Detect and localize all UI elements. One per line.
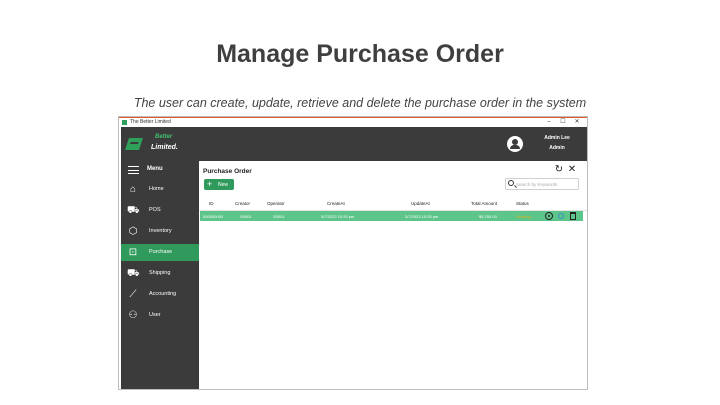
logo-text-bottom: Limited. bbox=[151, 144, 178, 151]
sidebar-item-label: POS bbox=[149, 207, 161, 213]
user-name: Admin Lee bbox=[544, 135, 570, 141]
sidebar-item-shipping[interactable]: ⛟ Shipping bbox=[121, 265, 199, 282]
column-header-operator: Operator bbox=[267, 201, 285, 206]
sidebar-item-user[interactable]: ⚇ User bbox=[121, 307, 199, 324]
box-icon: ⬡ bbox=[128, 226, 138, 237]
menu-toggle[interactable]: Menu bbox=[121, 161, 199, 179]
truck-icon: ⛟ bbox=[127, 268, 140, 279]
hamburger-icon bbox=[128, 166, 139, 174]
search-box[interactable] bbox=[505, 178, 579, 190]
cell-creator: S0001 bbox=[240, 214, 252, 219]
cell-create-at: 3/7/2022 10:33 pm bbox=[321, 214, 355, 219]
new-button[interactable]: + New bbox=[204, 179, 234, 190]
close-icon[interactable]: ✕ bbox=[567, 165, 577, 175]
maximize-button[interactable]: ☐ bbox=[557, 118, 569, 127]
refresh-icon[interactable]: ↻ bbox=[554, 165, 564, 175]
sidebar-item-label: Purchase bbox=[149, 249, 173, 255]
cart-icon: ⛟ bbox=[127, 205, 140, 216]
app-screenshot: The Better Limited – ☐ ✕ Better Limited.… bbox=[118, 116, 588, 390]
sidebar-item-label: Inventory bbox=[149, 228, 172, 234]
slide-title: Manage Purchase Order bbox=[216, 40, 504, 68]
column-header-createat: CreateAt bbox=[327, 201, 345, 206]
sidebar-item-accounting[interactable]: ⟋ Accounting bbox=[121, 286, 199, 303]
cell-update-at: 3/7/2022 10:33 pm bbox=[405, 214, 439, 219]
sidebar-item-label: Shipping bbox=[149, 270, 171, 276]
column-header-status: Status bbox=[516, 201, 529, 206]
window-title: The Better Limited bbox=[130, 119, 171, 125]
plus-icon: + bbox=[207, 179, 213, 189]
sidebar-item-inventory[interactable]: ⬡ Inventory bbox=[121, 223, 199, 240]
user-role: Admin bbox=[549, 145, 565, 151]
app-icon bbox=[122, 120, 127, 125]
logo-icon bbox=[125, 138, 143, 150]
sidebar: Menu ⌂ Home ⛟ POS ⬡ Inventory ⊡ Purchase… bbox=[121, 161, 199, 389]
app-header: Better Limited. Admin Lee Admin bbox=[121, 127, 587, 161]
minimize-button[interactable]: – bbox=[543, 118, 555, 127]
view-icon[interactable] bbox=[545, 212, 553, 220]
table-header: ID Creator Operator CreateAt UpdateAt To… bbox=[199, 197, 587, 211]
slide-subtitle: The user can create, update, retrieve an… bbox=[133, 96, 587, 110]
chart-icon: ⟋ bbox=[129, 289, 137, 300]
cell-id: 000000000 bbox=[203, 214, 224, 219]
status-badge: Pending bbox=[516, 214, 531, 219]
sidebar-item-label: Home bbox=[149, 186, 164, 192]
main-panel: Purchase Order ↻ ✕ + New ID Creator Oper… bbox=[199, 161, 587, 389]
column-header-updateat: UpdateAt bbox=[411, 201, 430, 206]
menu-label: Menu bbox=[147, 166, 163, 172]
new-button-label: New bbox=[218, 182, 229, 188]
column-header-id: ID bbox=[209, 201, 214, 206]
cell-total-amount: $5,760.00 bbox=[479, 214, 497, 219]
bag-icon: ⊡ bbox=[128, 247, 138, 258]
close-window-button[interactable]: ✕ bbox=[571, 118, 583, 127]
sidebar-item-pos[interactable]: ⛟ POS bbox=[121, 202, 199, 219]
column-header-creator: Creator bbox=[235, 201, 251, 206]
slide: Manage Purchase Order The user can creat… bbox=[0, 0, 720, 405]
user-avatar-icon[interactable] bbox=[507, 136, 523, 152]
search-icon bbox=[508, 180, 514, 186]
users-icon: ⚇ bbox=[128, 310, 138, 321]
window-titlebar: The Better Limited – ☐ ✕ bbox=[119, 117, 587, 127]
cell-operator: S0001 bbox=[273, 214, 285, 219]
trash-icon[interactable] bbox=[570, 212, 576, 220]
column-header-total-amount: Total Amount bbox=[471, 201, 498, 206]
edit-icon[interactable] bbox=[558, 213, 564, 219]
sidebar-item-label: User bbox=[149, 312, 161, 318]
home-icon: ⌂ bbox=[129, 184, 137, 195]
page-title: Purchase Order bbox=[203, 168, 252, 175]
search-input[interactable] bbox=[516, 180, 576, 189]
sidebar-item-label: Accounting bbox=[149, 291, 177, 297]
sidebar-item-home[interactable]: ⌂ Home bbox=[121, 181, 199, 198]
sidebar-item-purchase[interactable]: ⊡ Purchase bbox=[121, 244, 199, 261]
logo-text-top: Better bbox=[155, 134, 173, 140]
table-row[interactable]: 000000000 S0001 S0001 3/7/2022 10:33 pm … bbox=[200, 211, 583, 221]
